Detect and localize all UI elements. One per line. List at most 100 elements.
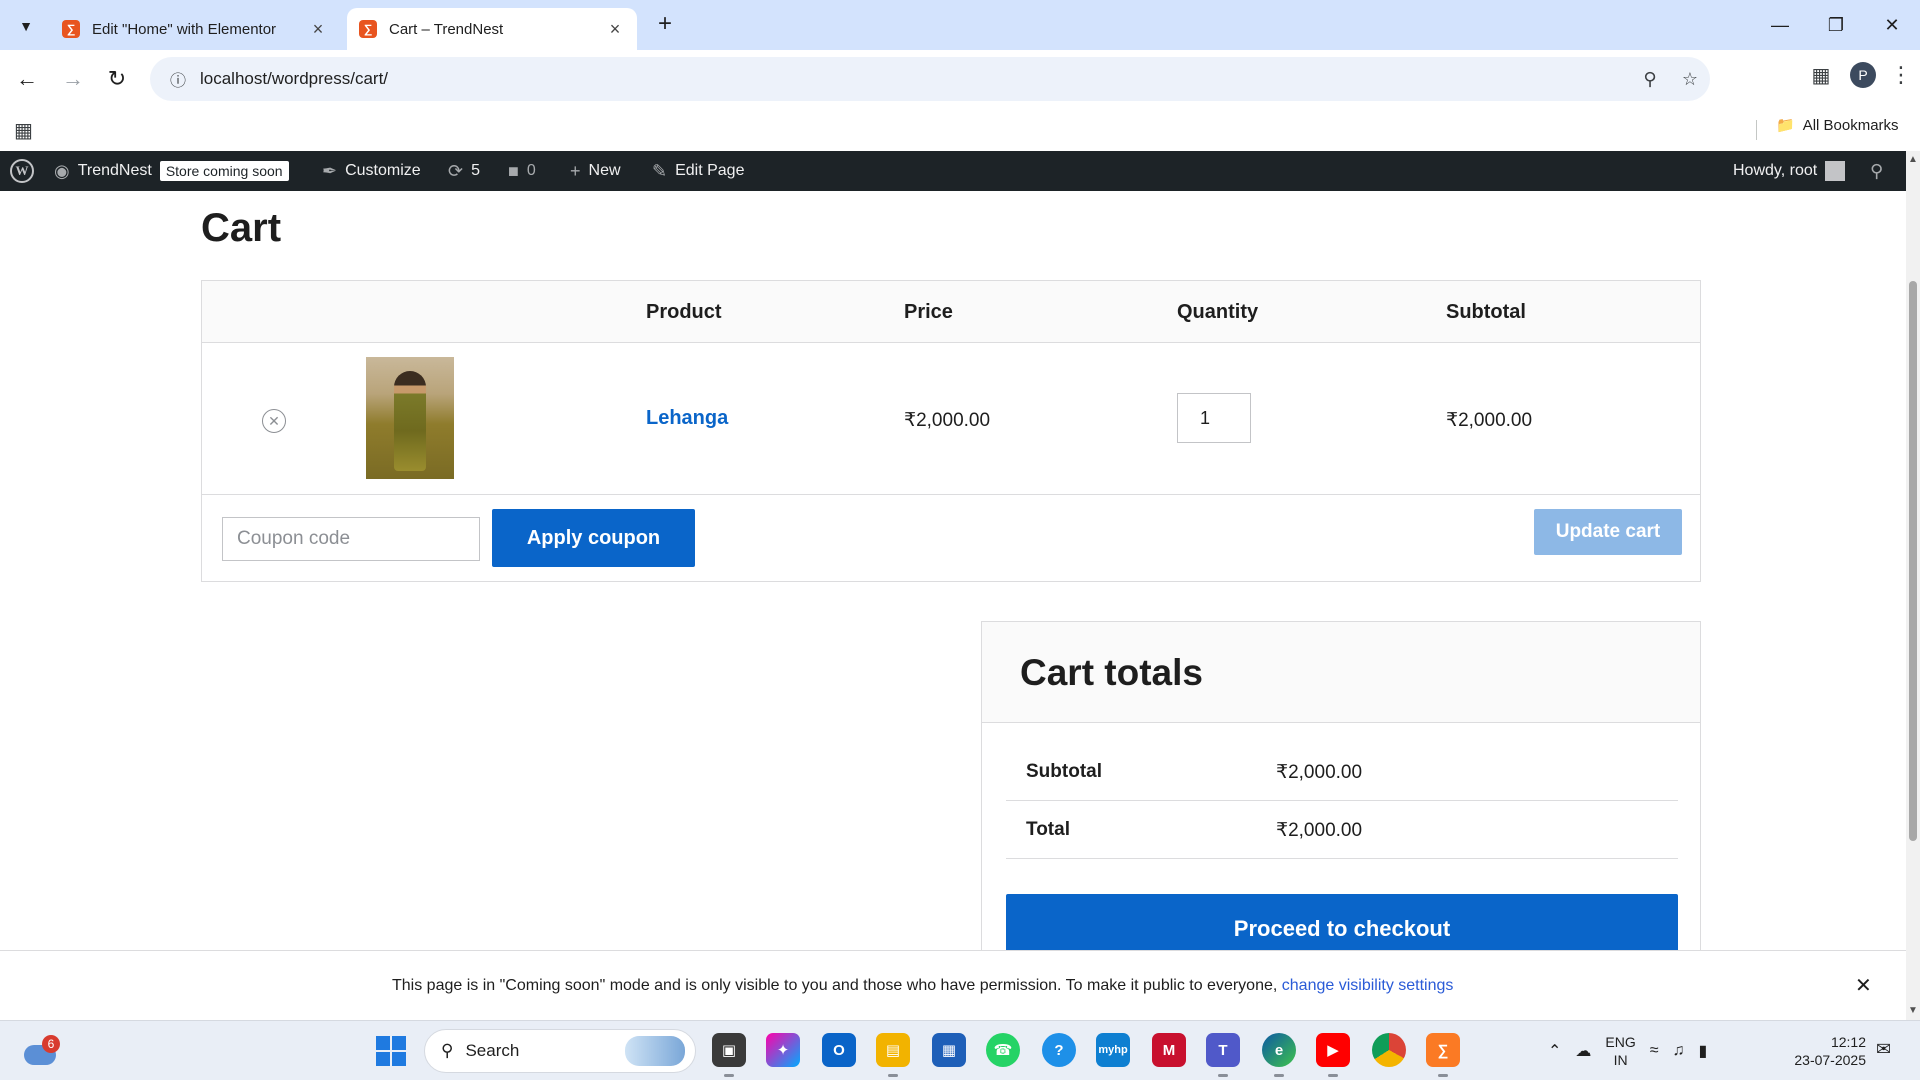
system-tray: ⌃ ☁ ENG IN ≈ ♫ ▮ — [1548, 1021, 1707, 1080]
site-info-icon[interactable]: ⓘ — [156, 67, 200, 91]
close-tab-icon[interactable]: × — [308, 19, 328, 40]
close-window-icon[interactable]: ✕ — [1864, 0, 1920, 50]
taskbar-clock[interactable]: 12:12 23-07-2025 — [1784, 1033, 1866, 1069]
tab-elementor[interactable]: ∑ Edit "Home" with Elementor × — [50, 8, 340, 50]
update-cart-button[interactable]: Update cart — [1534, 509, 1682, 555]
comment-bubble-icon: ■ — [508, 160, 519, 181]
help-icon[interactable]: ? — [1042, 1033, 1076, 1067]
tab-cart[interactable]: ∑ Cart – TrendNest × — [347, 8, 637, 50]
scroll-up-icon[interactable]: ▲ — [1906, 153, 1920, 167]
user-avatar — [1825, 161, 1846, 181]
edit-page-link[interactable]: ✎ Edit Page — [652, 151, 744, 191]
back-icon[interactable]: ← — [10, 62, 44, 96]
page-scrollbar[interactable]: ▲ ▼ — [1906, 151, 1920, 1020]
site-name-menu[interactable]: ◉ TrendNest Store coming soon — [54, 151, 289, 191]
windows-taskbar: 6 ⚲ Search ▣ ✦ O ▤ ▦ ☎ ? myhp M T e ▶ ∑ … — [0, 1020, 1920, 1080]
cart-item-row: ✕ Lehanga ₹2,000.00 1 ₹2,000.00 — [202, 343, 1700, 495]
quantity-input[interactable]: 1 — [1177, 393, 1251, 443]
new-label: New — [588, 162, 621, 179]
subtotal-row: Subtotal ₹2,000.00 — [1006, 743, 1678, 801]
store-status-badge[interactable]: Store coming soon — [159, 161, 289, 181]
coming-soon-notice: This page is in "Coming soon" mode and i… — [0, 950, 1906, 1020]
whatsapp-icon[interactable]: ☎ — [986, 1033, 1020, 1067]
copilot-icon[interactable]: ✦ — [766, 1033, 800, 1067]
item-price: ₹2,000.00 — [904, 410, 991, 431]
browser-tab-bar: ▼ ∑ Edit "Home" with Elementor × ∑ Cart … — [0, 0, 1920, 50]
xampp-icon[interactable]: ∑ — [1426, 1033, 1460, 1077]
product-thumbnail[interactable] — [366, 357, 454, 479]
profile-avatar[interactable]: P — [1850, 62, 1876, 88]
apps-grid-icon[interactable]: ▦ — [14, 118, 33, 143]
notifications-icon[interactable]: ✉ — [1876, 1039, 1891, 1060]
file-explorer-icon[interactable]: ▤ — [876, 1033, 910, 1077]
reload-icon[interactable]: ↻ — [100, 62, 134, 96]
microsoft-store-icon[interactable]: ▦ — [932, 1033, 966, 1067]
onedrive-icon[interactable]: ☁ — [1575, 1041, 1591, 1061]
coupon-code-input[interactable]: Coupon code — [222, 517, 480, 561]
myhp-icon[interactable]: myhp — [1096, 1033, 1130, 1067]
task-view-icon[interactable]: ▣ — [712, 1033, 746, 1077]
volume-icon[interactable]: ♫ — [1673, 1042, 1685, 1060]
location-pin-icon[interactable]: ⚲ — [1630, 69, 1670, 90]
new-content-menu[interactable]: + New — [570, 151, 621, 191]
new-tab-button[interactable]: + — [650, 10, 680, 40]
change-visibility-link[interactable]: change visibility settings — [1282, 977, 1454, 994]
region-code: IN — [1613, 1052, 1628, 1068]
cart-table-header: Product Price Quantity Subtotal — [202, 281, 1700, 343]
taskbar-search[interactable]: ⚲ Search — [424, 1029, 696, 1073]
edit-page-label: Edit Page — [675, 162, 745, 179]
battery-icon[interactable]: ▮ — [1699, 1041, 1708, 1061]
scroll-down-icon[interactable]: ▼ — [1906, 1004, 1920, 1018]
product-name-link[interactable]: Lehanga — [646, 407, 728, 430]
wordpress-logo-icon: W — [10, 159, 34, 183]
extensions-icon[interactable]: ▦ — [1806, 63, 1836, 88]
address-bar[interactable]: ⓘ localhost/wordpress/cart/ ⚲ ☆ — [150, 57, 1710, 101]
start-button-icon[interactable] — [376, 1036, 406, 1066]
clock-date: 23-07-2025 — [1794, 1052, 1866, 1068]
subtotal-label: Subtotal — [1026, 761, 1102, 782]
tab-search-icon[interactable]: ▼ — [10, 10, 42, 42]
account-menu[interactable]: Howdy, root — [1733, 151, 1846, 191]
url-text[interactable]: localhost/wordpress/cart/ — [200, 69, 1630, 89]
all-bookmarks-button[interactable]: 📁 All Bookmarks — [1776, 116, 1899, 135]
product-column-header: Product — [646, 301, 722, 323]
outlook-icon[interactable]: O — [822, 1033, 856, 1067]
wp-admin-bar: W ◉ TrendNest Store coming soon ✒ Custom… — [0, 151, 1920, 191]
teams-icon[interactable]: T — [1206, 1033, 1240, 1077]
dashboard-icon: ◉ — [54, 160, 70, 181]
close-tab-icon[interactable]: × — [605, 19, 625, 40]
chrome-icon[interactable] — [1372, 1033, 1406, 1067]
restore-icon[interactable]: ❐ — [1808, 0, 1864, 50]
remove-item-icon[interactable]: ✕ — [262, 409, 286, 433]
customize-link[interactable]: ✒ Customize — [322, 151, 421, 191]
cart-totals-header: Cart totals — [982, 622, 1700, 723]
wifi-icon[interactable]: ≈ — [1650, 1042, 1659, 1060]
show-hidden-icons-icon[interactable]: ⌃ — [1548, 1041, 1561, 1061]
wp-logo-menu[interactable]: W — [10, 151, 34, 191]
browser-menu-icon[interactable]: ⋮ — [1890, 62, 1912, 88]
weather-badge: 6 — [42, 1035, 60, 1053]
apply-coupon-button[interactable]: Apply coupon — [492, 509, 695, 567]
weather-widget[interactable]: 6 — [22, 1035, 60, 1065]
proceed-to-checkout-button[interactable]: Proceed to checkout — [1006, 894, 1678, 950]
product-image-figure — [394, 371, 426, 471]
comments-link[interactable]: ■ 0 — [508, 151, 536, 191]
edge-icon[interactable]: e — [1262, 1033, 1296, 1077]
notice-text: This page is in "Coming soon" mode and i… — [392, 977, 1282, 994]
search-highlight-image — [625, 1036, 685, 1066]
minimize-icon[interactable]: — — [1752, 0, 1808, 50]
admin-search[interactable]: ⚲ — [1870, 151, 1883, 191]
forward-icon[interactable]: → — [56, 62, 90, 96]
bookmark-star-icon[interactable]: ☆ — [1670, 69, 1710, 90]
brush-icon: ✒ — [322, 160, 338, 181]
dismiss-notice-icon[interactable]: ✕ — [1855, 973, 1872, 998]
scroll-thumb[interactable] — [1909, 281, 1917, 841]
mcafee-icon[interactable]: M — [1152, 1033, 1186, 1067]
search-icon: ⚲ — [441, 1041, 454, 1060]
youtube-icon[interactable]: ▶ — [1316, 1033, 1350, 1077]
cart-totals: Cart totals Subtotal ₹2,000.00 Total ₹2,… — [981, 621, 1701, 950]
subtotal-value: ₹2,000.00 — [1276, 762, 1363, 783]
language-indicator[interactable]: ENG IN — [1605, 1033, 1635, 1069]
updates-link[interactable]: ⟳ 5 — [448, 151, 480, 191]
elementor-favicon-icon: ∑ — [62, 20, 80, 38]
